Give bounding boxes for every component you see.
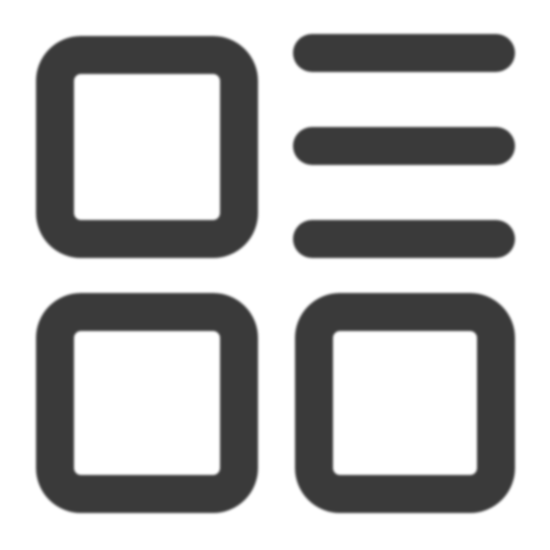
bottom-left-tile bbox=[36, 293, 258, 513]
icon-canvas bbox=[0, 0, 550, 550]
top-left-tile bbox=[36, 36, 258, 258]
grid-list-layout-icon bbox=[36, 34, 515, 513]
bottom-right-tile bbox=[295, 293, 515, 513]
